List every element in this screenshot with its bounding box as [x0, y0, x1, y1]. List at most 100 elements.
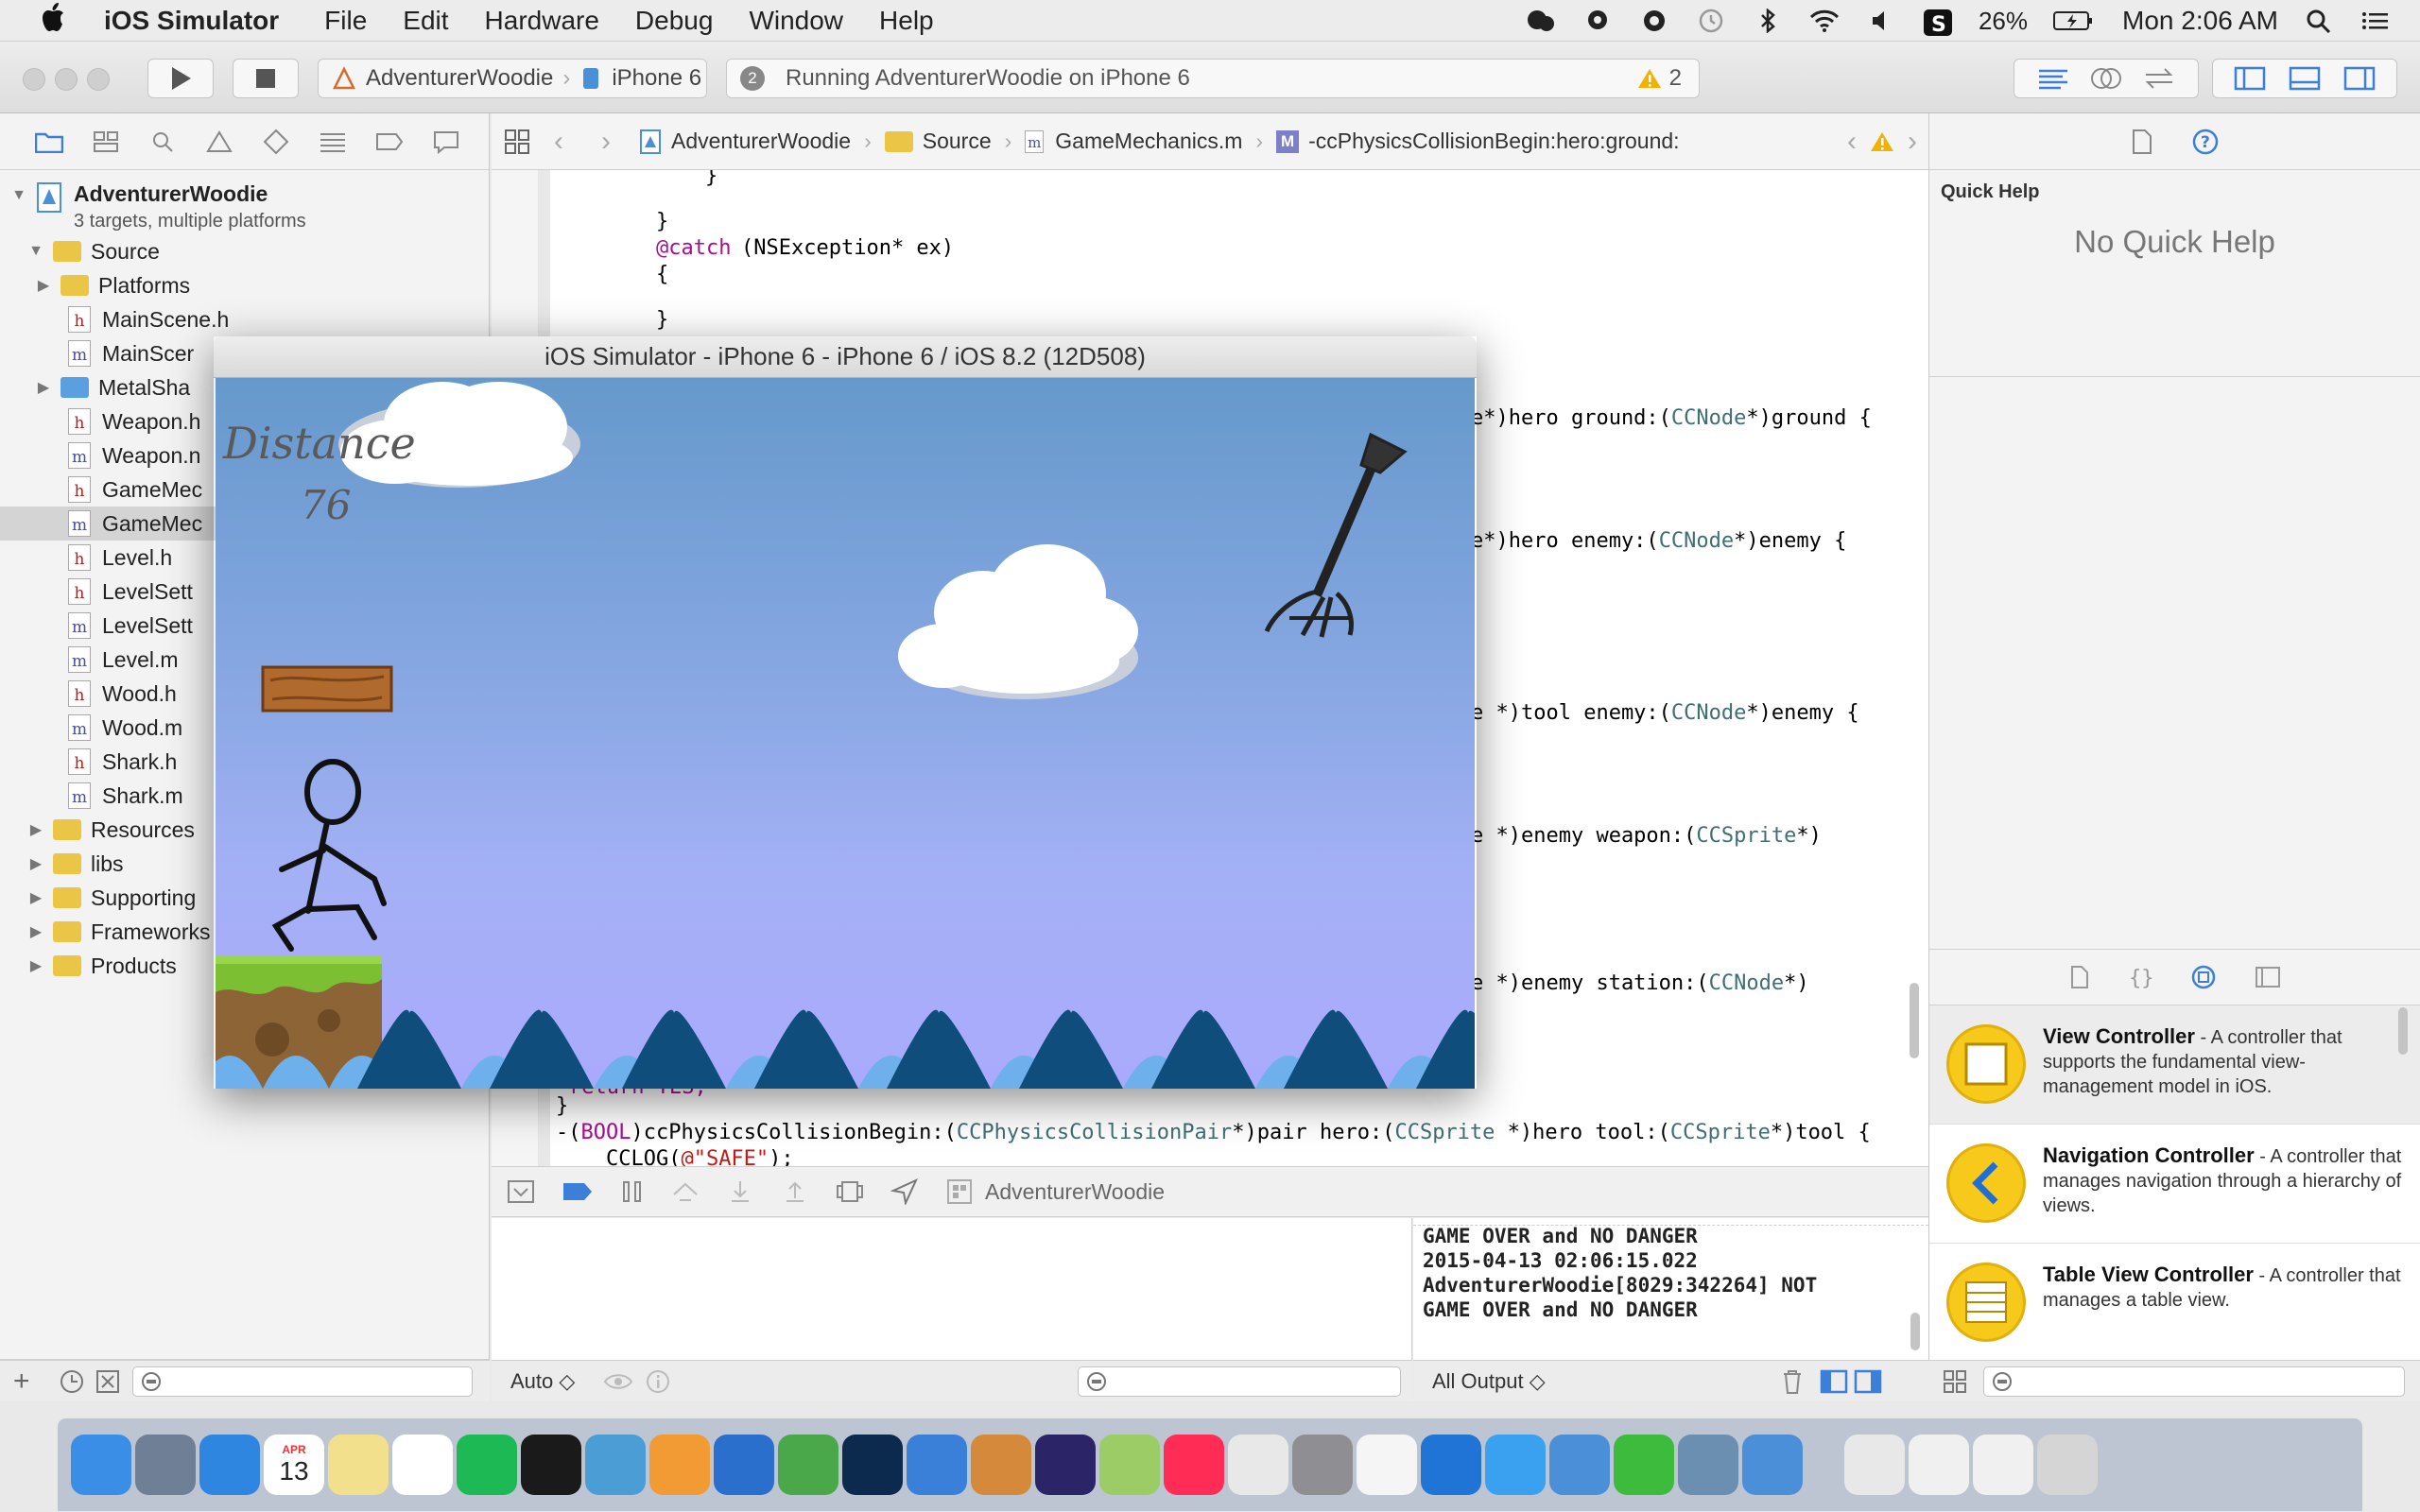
symbol-nav-icon[interactable]	[87, 123, 125, 161]
editor-scrollbar[interactable]	[1910, 983, 1919, 1058]
related-items-icon[interactable]	[503, 128, 531, 156]
crumb-folder[interactable]: Source	[923, 129, 992, 154]
xcode-doc-icon[interactable]	[1742, 1435, 1803, 1495]
info-icon[interactable]	[645, 1368, 671, 1395]
navigator-filter-input[interactable]	[131, 1366, 473, 1397]
eye-icon[interactable]	[603, 1370, 633, 1393]
quick-help-icon[interactable]: ?	[2191, 128, 2220, 156]
simulate-location-icon[interactable]	[890, 1178, 919, 1205]
reminders-icon[interactable]	[392, 1435, 453, 1495]
ios-simulator-icon[interactable]	[1549, 1435, 1610, 1495]
utilities-toggle-icon[interactable]	[2343, 66, 2376, 91]
assistant-editor-icon[interactable]	[2089, 66, 2123, 91]
library-item-navigation-controller[interactable]: Navigation Controller - A controller tha…	[1929, 1125, 2420, 1244]
disclosure-triangle-icon[interactable]: ▶	[26, 820, 45, 839]
trash-icon[interactable]	[2037, 1435, 2098, 1495]
add-file-button[interactable]: +	[13, 1366, 30, 1398]
eclipse-icon[interactable]	[1035, 1435, 1096, 1495]
menu-help[interactable]: Help	[879, 6, 934, 36]
launchpad-icon[interactable]	[135, 1435, 196, 1495]
issue-nav-icon[interactable]	[200, 123, 238, 161]
system-preferences-icon[interactable]	[1292, 1435, 1353, 1495]
navigator-item[interactable]: ▼ Source	[0, 234, 489, 268]
crumb-method[interactable]: -ccPhysicsCollisionBegin:hero:ground:	[1308, 129, 1679, 154]
activity-count-badge[interactable]: 2	[740, 66, 765, 91]
menu-file[interactable]: File	[324, 6, 367, 36]
object-library-icon[interactable]	[2190, 964, 2217, 990]
terminal-icon[interactable]	[521, 1435, 581, 1495]
disclosure-triangle-icon[interactable]: ▶	[26, 888, 45, 907]
search-status-icon[interactable]	[1582, 9, 1614, 33]
variables-filter-input[interactable]	[1078, 1366, 1402, 1397]
console-output[interactable]: GAME OVER and NO DANGER 2015-04-13 02:06:…	[1413, 1218, 1928, 1360]
back-arrow-icon[interactable]: ‹	[554, 126, 563, 158]
recent-files-icon[interactable]	[59, 1368, 85, 1395]
game-screen[interactable]: Distance 76	[216, 378, 1475, 1089]
time-machine-icon[interactable]	[1695, 9, 1727, 33]
battery-icon[interactable]	[2052, 9, 2093, 33]
s-app-icon[interactable]: S	[1922, 9, 1954, 37]
project-root[interactable]: ▼ AdventurerWoodie 3 targets, multiple p…	[0, 178, 489, 234]
process-name[interactable]: AdventurerWoodie	[985, 1179, 1165, 1205]
word-icon[interactable]	[714, 1435, 774, 1495]
disclosure-triangle-icon[interactable]: ▶	[26, 956, 45, 975]
menu-hardware[interactable]: Hardware	[485, 6, 599, 36]
wifi-icon[interactable]	[1808, 9, 1841, 33]
media-library-icon[interactable]	[2255, 965, 2281, 989]
android-studio-icon[interactable]	[1099, 1435, 1160, 1495]
xcode-icon[interactable]	[907, 1435, 967, 1495]
finder-icon[interactable]	[71, 1435, 131, 1495]
notification-center-icon[interactable]	[2360, 9, 2392, 33]
forward-arrow-icon[interactable]: ›	[601, 126, 611, 158]
wechat-status-icon[interactable]	[1525, 9, 1557, 33]
test-nav-icon[interactable]	[257, 123, 295, 161]
preview-icon[interactable]	[585, 1435, 646, 1495]
volume-icon[interactable]	[1865, 9, 1897, 33]
disclosure-triangle-icon[interactable]: ▼	[26, 243, 45, 260]
debug-nav-icon[interactable]	[314, 123, 352, 161]
trash-console-icon[interactable]	[1780, 1368, 1805, 1395]
scm-filter-icon[interactable]	[95, 1368, 121, 1395]
next-issue-icon[interactable]: ›	[1908, 126, 1917, 158]
step-out-icon[interactable]	[781, 1179, 809, 1204]
report-nav-icon[interactable]	[427, 123, 465, 161]
quicktime-icon[interactable]	[1421, 1435, 1481, 1495]
photoshop-icon[interactable]	[842, 1435, 903, 1495]
spotify-icon[interactable]	[457, 1435, 517, 1495]
scheme-selector[interactable]: AdventurerWoodie › iPhone 6	[318, 59, 707, 98]
file-template-icon[interactable]	[2069, 965, 2090, 989]
minimize-window-button[interactable]	[55, 68, 78, 91]
warning-indicator[interactable]: 2	[1637, 65, 1682, 92]
image-capture-icon[interactable]	[1678, 1435, 1738, 1495]
view-debugger-icon[interactable]	[836, 1179, 864, 1204]
variables-view[interactable]	[492, 1218, 1412, 1360]
itunes-icon[interactable]	[1164, 1435, 1224, 1495]
creative-cloud-icon[interactable]	[1638, 9, 1670, 33]
file-inspector-icon[interactable]	[2131, 129, 2153, 155]
library-item-table-view-controller[interactable]: Table View Controller - A controller tha…	[1929, 1244, 2420, 1361]
library-filter-input[interactable]	[1983, 1366, 2405, 1397]
evernote-icon[interactable]	[778, 1435, 838, 1495]
textedit-icon[interactable]	[1357, 1435, 1417, 1495]
console-scrollbar[interactable]	[1910, 1313, 1920, 1350]
pages-icon[interactable]	[649, 1435, 710, 1495]
screenshot2-icon[interactable]	[1973, 1435, 2033, 1495]
version-editor-icon[interactable]	[2142, 66, 2176, 91]
menu-edit[interactable]: Edit	[403, 6, 448, 36]
search-nav-icon[interactable]	[144, 123, 182, 161]
messages-icon[interactable]	[1485, 1435, 1546, 1495]
crumb-project[interactable]: AdventurerWoodie	[671, 129, 851, 154]
zoom-window-button[interactable]	[87, 68, 110, 91]
documents-icon[interactable]	[1844, 1435, 1905, 1495]
crumb-file[interactable]: GameMechanics.m	[1055, 129, 1242, 154]
chrome-icon[interactable]	[1228, 1435, 1288, 1495]
menu-debug[interactable]: Debug	[635, 6, 714, 36]
navigator-item[interactable]: ▶ Platforms	[0, 268, 489, 302]
menu-app-name[interactable]: iOS Simulator	[104, 6, 279, 36]
hide-debug-area-icon[interactable]	[507, 1179, 535, 1204]
disclosure-triangle-icon[interactable]: ▶	[26, 854, 45, 873]
disclosure-triangle-icon[interactable]: ▶	[34, 378, 53, 397]
clock[interactable]: Mon 2:06 AM	[2122, 6, 2278, 36]
show-variables-icon[interactable]	[1820, 1369, 1848, 1394]
library-scrollbar[interactable]	[2398, 1007, 2408, 1055]
